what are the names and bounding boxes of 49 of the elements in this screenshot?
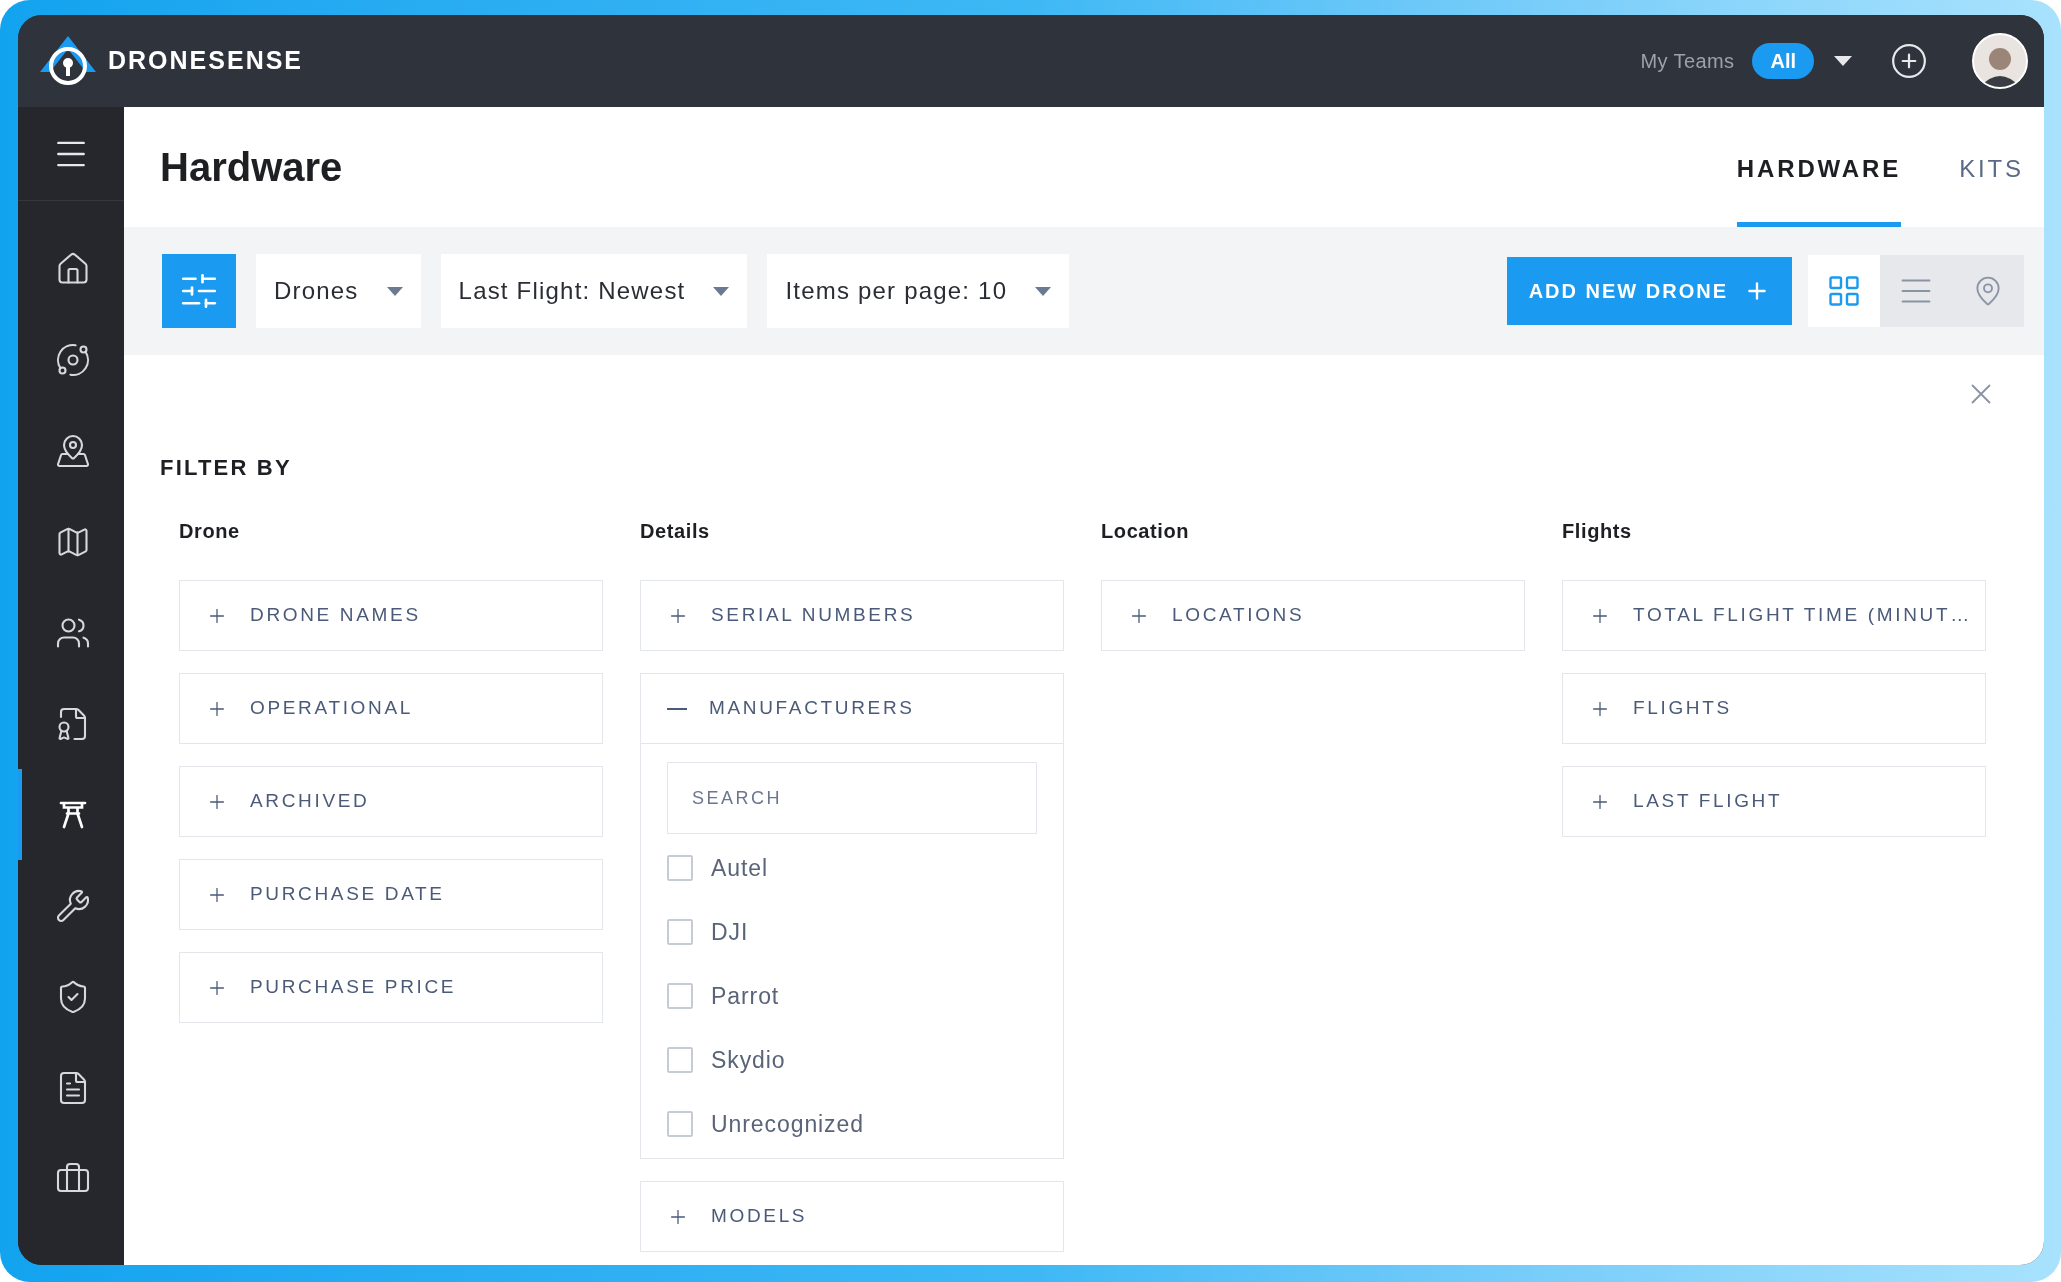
teams-label: My Teams: [1640, 49, 1735, 74]
filter-toggle[interactable]: MODELS: [641, 1182, 1063, 1251]
add-icon[interactable]: [1890, 42, 1928, 80]
dropdown[interactable]: Items per page: 10: [767, 254, 1070, 328]
filter-toggle[interactable]: PURCHASE PRICE: [180, 953, 602, 1022]
caret-icon: [1035, 286, 1052, 296]
view-toggle[interactable]: [1808, 255, 1880, 327]
column-heading: Flights: [1562, 519, 1633, 544]
checkbox[interactable]: [667, 1111, 693, 1137]
option-label: Skydio: [711, 1045, 786, 1075]
option-label: Unrecognized: [711, 1109, 864, 1139]
column-heading: Details: [640, 519, 711, 544]
filter-toggle[interactable]: LOCATIONS: [1102, 581, 1524, 650]
grid-icon: [1826, 273, 1862, 309]
search-field[interactable]: SEARCH: [667, 762, 1037, 834]
checkbox[interactable]: [667, 1047, 693, 1073]
option-label: Autel: [711, 853, 769, 883]
checkbox[interactable]: [667, 919, 693, 945]
filter-heading: FILTER BY: [160, 454, 293, 482]
home-icon: [55, 250, 91, 287]
filter-toggle[interactable]: ARCHIVED: [180, 767, 602, 836]
avatar[interactable]: [1972, 33, 2028, 89]
filter-toggle[interactable]: FLIGHTS: [1563, 674, 1985, 743]
filter-toggle[interactable]: TOTAL FLIGHT TIME (MINUT…: [1563, 581, 1985, 650]
filter-toggle[interactable]: PURCHASE DATE: [180, 860, 602, 929]
filter-toggle[interactable]: SERIAL NUMBERS: [641, 581, 1063, 650]
wrench-icon: [55, 887, 91, 924]
dropdown[interactable]: Drones: [256, 254, 421, 328]
page-title: Hardware: [160, 144, 343, 191]
map-pin-icon: [55, 432, 91, 469]
caret-icon[interactable]: [1834, 56, 1852, 66]
checkbox[interactable]: [667, 855, 693, 881]
filter-toggle[interactable]: OPERATIONAL: [180, 674, 602, 743]
brand-name: DRONESENSE: [108, 45, 304, 77]
caret-icon: [713, 286, 730, 296]
column-heading: Drone: [179, 519, 241, 544]
filter-toggle[interactable]: DRONE NAMES: [180, 581, 602, 650]
orbit-icon: [55, 341, 91, 378]
filter-button[interactable]: [162, 254, 236, 328]
tab[interactable]: KITS: [1959, 107, 2024, 227]
filter-toggle[interactable]: LAST FLIGHT: [1563, 767, 1985, 836]
checkbox[interactable]: [667, 983, 693, 1009]
column-heading: Location: [1101, 519, 1191, 544]
dropdown[interactable]: Last Flight: Newest: [440, 254, 748, 328]
caret-icon: [386, 286, 403, 296]
option-label: DJI: [711, 917, 749, 947]
minus-icon: [667, 707, 687, 710]
filter-toggle[interactable]: MANUFACTURERS: [641, 674, 1063, 743]
option-label: Parrot: [711, 981, 780, 1011]
